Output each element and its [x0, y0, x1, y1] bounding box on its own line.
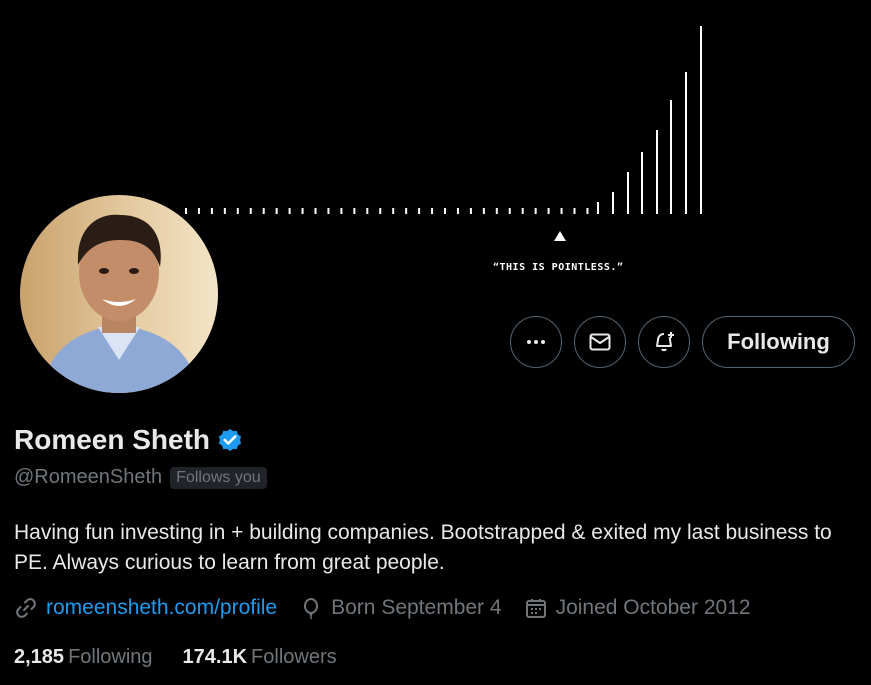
mail-icon — [589, 333, 611, 351]
message-button[interactable] — [574, 316, 626, 368]
following-label: Following — [68, 646, 153, 668]
following-button[interactable]: Following — [702, 316, 855, 368]
followers-count: 174.1K — [182, 646, 248, 668]
following-stat[interactable]: 2,185 Following — [14, 646, 153, 669]
followers-stat[interactable]: 174.1K Followers — [183, 646, 337, 669]
birthday-item: Born September 4 — [299, 596, 502, 620]
banner-marker-triangle — [554, 231, 566, 241]
follow-stats: 2,185 Following 174.1K Followers — [14, 646, 337, 669]
banner-caption: “THIS IS POINTLESS.” — [493, 262, 624, 273]
bio: Having fun investing in + building compa… — [14, 521, 832, 574]
website-item: romeensheth.com/profile — [14, 596, 277, 620]
birthday-text: Born September 4 — [331, 596, 502, 619]
joined-text: Joined October 2012 — [555, 596, 751, 619]
follows-you-badge: Follows you — [170, 466, 267, 489]
name-row: Romeen Sheth — [14, 424, 244, 456]
avatar-photo — [20, 195, 218, 393]
handle: @RomeenSheth — [14, 466, 163, 488]
followers-label: Followers — [251, 646, 337, 668]
calendar-icon — [525, 599, 546, 618]
avatar[interactable] — [17, 192, 221, 396]
more-button[interactable] — [510, 316, 562, 368]
following-count: 2,185 — [14, 646, 65, 668]
verified-badge-icon[interactable] — [216, 426, 244, 454]
bell-plus-icon — [656, 332, 674, 352]
more-icon — [527, 340, 545, 344]
balloon-icon — [304, 598, 319, 620]
profile-meta: romeensheth.com/profile Born September 4… — [14, 596, 751, 620]
website-link[interactable]: romeensheth.com/profile — [46, 596, 277, 620]
joined-item: Joined October 2012 — [524, 596, 751, 620]
link-icon — [16, 598, 36, 618]
display-name: Romeen Sheth — [14, 424, 211, 455]
notifications-button[interactable] — [638, 316, 690, 368]
profile-actions: Following — [510, 316, 855, 368]
handle-row: @RomeenSheth Follows you — [14, 466, 267, 489]
